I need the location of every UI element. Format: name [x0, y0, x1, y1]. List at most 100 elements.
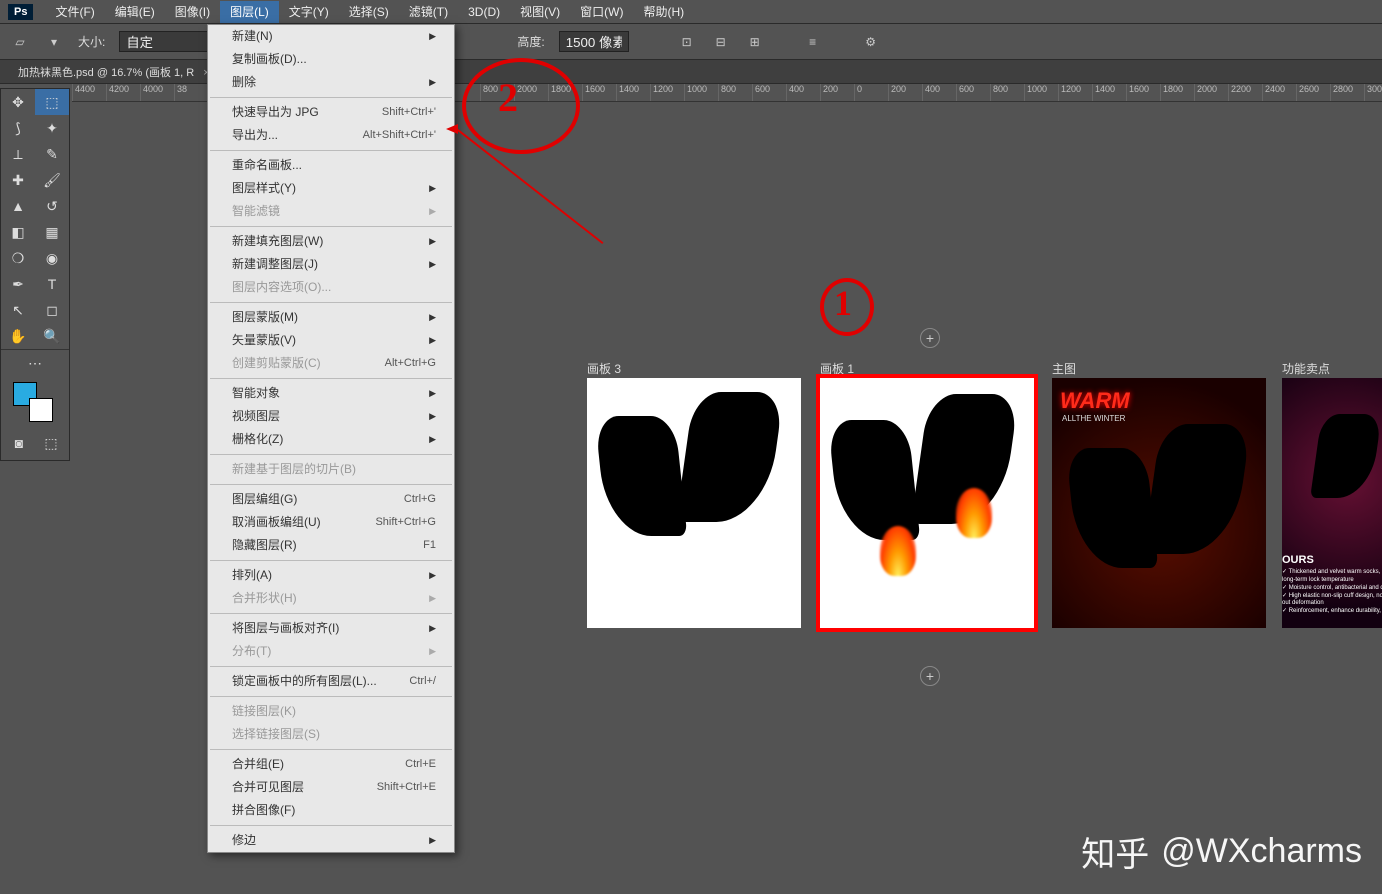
wand-tool-icon[interactable]: ✦ [35, 115, 69, 141]
menu-item[interactable]: 新建填充图层(W)▶ [208, 230, 454, 253]
menu-item[interactable]: 锁定画板中的所有图层(L)...Ctrl+/ [208, 670, 454, 693]
ruler-tick: 1400 [616, 84, 650, 101]
ruler-tick: 1200 [1058, 84, 1092, 101]
healer-tool-icon[interactable]: ✚ [1, 167, 35, 193]
menu-item[interactable]: 智能对象▶ [208, 382, 454, 405]
ruler-tick: 4400 [72, 84, 106, 101]
gradient-tool-icon[interactable]: ▦ [35, 219, 69, 245]
menubar: Ps 文件(F)编辑(E)图像(I)图层(L)文字(Y)选择(S)滤镜(T)3D… [0, 0, 1382, 24]
artboard-label[interactable]: 主图 [1052, 360, 1076, 377]
eyedropper-tool-icon[interactable]: ✎ [35, 141, 69, 167]
color-swatch[interactable] [1, 376, 69, 426]
size-input[interactable] [119, 31, 209, 52]
hand-tool-icon[interactable]: ✋ [1, 323, 35, 349]
screenmode-icon[interactable]: ⬚ [35, 430, 67, 456]
ruler-tick: 400 [922, 84, 956, 101]
artboard-label[interactable]: 画板 3 [587, 360, 621, 377]
ruler-tick: 1400 [1092, 84, 1126, 101]
eraser-tool-icon[interactable]: ◧ [1, 219, 35, 245]
menu-编辑[interactable]: 编辑(E) [105, 1, 165, 23]
menu-文字[interactable]: 文字(Y) [279, 1, 339, 23]
menu-item[interactable]: 矢量蒙版(V)▶ [208, 329, 454, 352]
menu-item[interactable]: 新建(N)▶ [208, 25, 454, 48]
menu-窗口[interactable]: 窗口(W) [570, 1, 633, 23]
quickmask-icon[interactable]: ◙ [3, 430, 35, 456]
menu-item[interactable]: 导出为...Alt+Shift+Ctrl+' [208, 124, 454, 147]
ruler-tick: 1000 [1024, 84, 1058, 101]
dots-icon[interactable]: ⋯ [1, 350, 69, 376]
artboard-label[interactable]: 功能卖点 [1282, 360, 1330, 377]
align-icon-2[interactable]: ⊟ [711, 32, 731, 52]
menu-item[interactable]: 修边▶ [208, 829, 454, 852]
type-tool-icon[interactable]: T [35, 271, 69, 297]
doc-tab[interactable]: 加热袜黑色.psd @ 16.7% (画板 1, R × [10, 60, 218, 84]
preset-dropdown-icon[interactable]: ▾ [44, 32, 64, 52]
menu-item[interactable]: 合并可见图层Shift+Ctrl+E [208, 776, 454, 799]
dodge-tool-icon[interactable]: ◉ [35, 245, 69, 271]
menu-帮助[interactable]: 帮助(H) [633, 1, 694, 23]
menu-item[interactable]: 栅格化(Z)▶ [208, 428, 454, 451]
menu-图像[interactable]: 图像(I) [165, 1, 220, 23]
zhihu-logo: 知乎 [1081, 827, 1149, 876]
menu-item[interactable]: 拼合图像(F) [208, 799, 454, 822]
ruler-tick: 1600 [1126, 84, 1160, 101]
gear-icon[interactable]: ⚙ [861, 32, 881, 52]
history-brush-icon[interactable]: ↺ [35, 193, 69, 219]
blur-tool-icon[interactable]: ❍ [1, 245, 35, 271]
pen-tool-icon[interactable]: ✒ [1, 271, 35, 297]
artboard-tool-icon[interactable]: ▱ [10, 32, 30, 52]
stamp-tool-icon[interactable]: ▲ [1, 193, 35, 219]
artboard-3[interactable] [587, 378, 801, 628]
menu-item[interactable]: 新建调整图层(J)▶ [208, 253, 454, 276]
menu-item[interactable]: 快速导出为 JPGShift+Ctrl+' [208, 101, 454, 124]
menu-item[interactable]: 图层蒙版(M)▶ [208, 306, 454, 329]
menu-item: 选择链接图层(S) [208, 723, 454, 746]
menu-视图[interactable]: 视图(V) [510, 1, 570, 23]
artboard-main[interactable]: WARM ALLTHE WINTER [1052, 378, 1266, 628]
artboard-add-top-icon[interactable]: + [920, 328, 940, 348]
lasso-tool-icon[interactable]: ⟆ [1, 115, 35, 141]
height-input[interactable] [559, 31, 629, 52]
menu-item: 链接图层(K) [208, 700, 454, 723]
menu-item[interactable]: 视频图层▶ [208, 405, 454, 428]
menu-item[interactable]: 复制画板(D)... [208, 48, 454, 71]
path-tool-icon[interactable]: ↖ [1, 297, 35, 323]
artboard-feature[interactable]: OURS ✓ Thickened and velvet warm socks, … [1282, 378, 1382, 628]
menu-滤镜[interactable]: 滤镜(T) [399, 1, 458, 23]
menu-item[interactable]: 合并组(E)Ctrl+E [208, 753, 454, 776]
ruler-tick: 2000 [1194, 84, 1228, 101]
menu-文件[interactable]: 文件(F) [45, 1, 104, 23]
menu-item[interactable]: 图层样式(Y)▶ [208, 177, 454, 200]
app-logo: Ps [8, 4, 33, 20]
ruler-tick: 2200 [1228, 84, 1262, 101]
menu-item[interactable]: 取消画板编组(U)Shift+Ctrl+G [208, 511, 454, 534]
background-color[interactable] [29, 398, 53, 422]
marquee-tool-icon[interactable]: ⬚ [35, 89, 69, 115]
ours-line: out deformation [1282, 600, 1382, 608]
move-tool-icon[interactable]: ✥ [1, 89, 35, 115]
menu-item: 图层内容选项(O)... [208, 276, 454, 299]
menu-item: 创建剪贴蒙版(C)Alt+Ctrl+G [208, 352, 454, 375]
ruler-tick: 0 [854, 84, 888, 101]
menu-3d[interactable]: 3D(D) [458, 1, 510, 23]
align-icon-4[interactable]: ≡ [803, 32, 823, 52]
align-icon-3[interactable]: ⊞ [745, 32, 765, 52]
menu-item[interactable]: 删除▶ [208, 71, 454, 94]
crop-tool-icon[interactable]: ⟂ [1, 141, 35, 167]
menu-选择[interactable]: 选择(S) [339, 1, 399, 23]
ours-line: ✓ Moisture control, antibacterial and d [1282, 585, 1382, 593]
menu-图层[interactable]: 图层(L) [220, 1, 279, 23]
artboard-1[interactable] [816, 374, 1038, 632]
brush-tool-icon[interactable]: 🖌 [35, 167, 69, 193]
shape-tool-icon[interactable]: ◻ [35, 297, 69, 323]
zoom-tool-icon[interactable]: 🔍 [35, 323, 69, 349]
menu-item[interactable]: 隐藏图层(R)F1 [208, 534, 454, 557]
menu-item[interactable]: 图层编组(G)Ctrl+G [208, 488, 454, 511]
align-icon-1[interactable]: ⊡ [677, 32, 697, 52]
menu-item[interactable]: 将图层与画板对齐(I)▶ [208, 617, 454, 640]
artboard-add-bottom-icon[interactable]: + [920, 666, 940, 686]
ruler-tick: 200 [888, 84, 922, 101]
menu-item[interactable]: 排列(A)▶ [208, 564, 454, 587]
ruler-tick: 200 [820, 84, 854, 101]
menu-item[interactable]: 重命名画板... [208, 154, 454, 177]
